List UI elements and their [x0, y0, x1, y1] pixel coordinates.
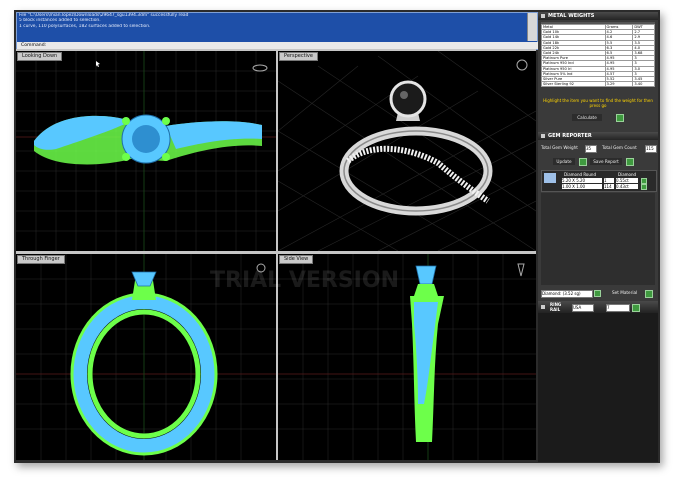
metal-weights-hint: Highlight the item you want to find the …: [543, 98, 653, 108]
command-prompt[interactable]: Command:: [17, 42, 539, 49]
ring-rail-title: RING RAIL: [550, 302, 562, 312]
collapse-icon[interactable]: [541, 133, 545, 138]
total-gem-weight-label: Total Gem Weight: [541, 145, 578, 150]
gem-thumbnail-icon: [544, 173, 556, 183]
viewport-looking-down[interactable]: Looking Down: [16, 51, 276, 251]
total-gem-count-field[interactable]: 115: [645, 145, 657, 153]
command-prompt-label: Command:: [21, 43, 47, 48]
gem-weight-cell[interactable]: 0.55ct: [616, 178, 638, 183]
total-gem-count-label: Total Gem Count: [602, 145, 637, 150]
update-go-button[interactable]: [579, 158, 587, 166]
viewport-label[interactable]: Through Finger: [17, 255, 65, 264]
set-material-label: Set Material: [612, 290, 638, 295]
cell: 3.40: [632, 81, 655, 88]
looking-down-render: [16, 51, 276, 251]
gem-count-cell[interactable]: 1: [604, 178, 614, 183]
ring-rail-area: [538, 313, 658, 462]
ring-size-select[interactable]: 7: [606, 304, 630, 312]
save-report-button[interactable]: Save Report: [590, 158, 622, 165]
cell: 3.29: [604, 81, 634, 88]
gem-size-cell[interactable]: 5.20 X 5.20: [562, 178, 602, 183]
ring-rail-go-button[interactable]: [632, 304, 640, 312]
gem-reporter-title: GEM REPORTER: [548, 133, 592, 139]
trial-watermark: TRIAL VERSION: [210, 268, 399, 293]
column-header: Diamond Round: [564, 172, 596, 177]
gem-weight-cell[interactable]: 0.43ct: [616, 184, 638, 189]
total-gem-weight-field[interactable]: 35: [585, 145, 597, 153]
gem-list-area: [541, 193, 655, 285]
command-history[interactable]: File "C:\Users\mian.lopez\Downloads\2964…: [16, 12, 539, 50]
viewport-perspective[interactable]: Perspective: [278, 51, 536, 251]
table-row[interactable]: Silver Sterling 92 3.29 3.40: [541, 81, 655, 88]
collapse-icon[interactable]: [541, 13, 545, 18]
metal-weights-title: METAL WEIGHTS: [548, 13, 595, 19]
gem-size-cell[interactable]: 1.00 X 1.00: [562, 184, 602, 189]
gem-row-button[interactable]: [641, 184, 647, 190]
viewport-label[interactable]: Perspective: [279, 52, 318, 61]
update-button[interactable]: Update: [553, 158, 575, 165]
metal-weights-table: Metal Grams DWT Gold 10k 4.2 2.7 Gold 14k 4…: [541, 23, 655, 88]
command-line: 1 curve, 110 polysurfaces, 182 surfaces …: [19, 23, 151, 29]
cell: Silver Sterling 92: [541, 81, 606, 88]
metal-weights-header[interactable]: METAL WEIGHTS: [538, 12, 658, 20]
gem-reporter-header[interactable]: GEM REPORTER: [538, 132, 658, 140]
viewport-label[interactable]: Looking Down: [17, 52, 63, 61]
column-header: Diamond: [618, 172, 637, 177]
set-material-button[interactable]: [645, 290, 653, 298]
gem-table: Diamond Round Diamond 5.20 X 5.20 1 0.55…: [541, 170, 657, 192]
gem-count-cell[interactable]: 114: [604, 184, 614, 189]
material-select[interactable]: Diamond: (3.52 sg): [541, 290, 593, 298]
command-scrollbar[interactable]: [527, 13, 537, 41]
calculate-go-button[interactable]: [616, 114, 624, 122]
material-dropdown-icon[interactable]: [594, 290, 601, 297]
ring-standard-select[interactable]: USA: [572, 304, 594, 312]
save-report-go-button[interactable]: [626, 158, 634, 166]
perspective-render: [278, 51, 536, 251]
viewport-label[interactable]: Side View: [279, 255, 314, 264]
collapse-icon[interactable]: [541, 305, 545, 309]
calculate-button[interactable]: Calculate: [572, 114, 602, 121]
ring-rail-bar: RING RAIL USA 7: [538, 301, 658, 313]
